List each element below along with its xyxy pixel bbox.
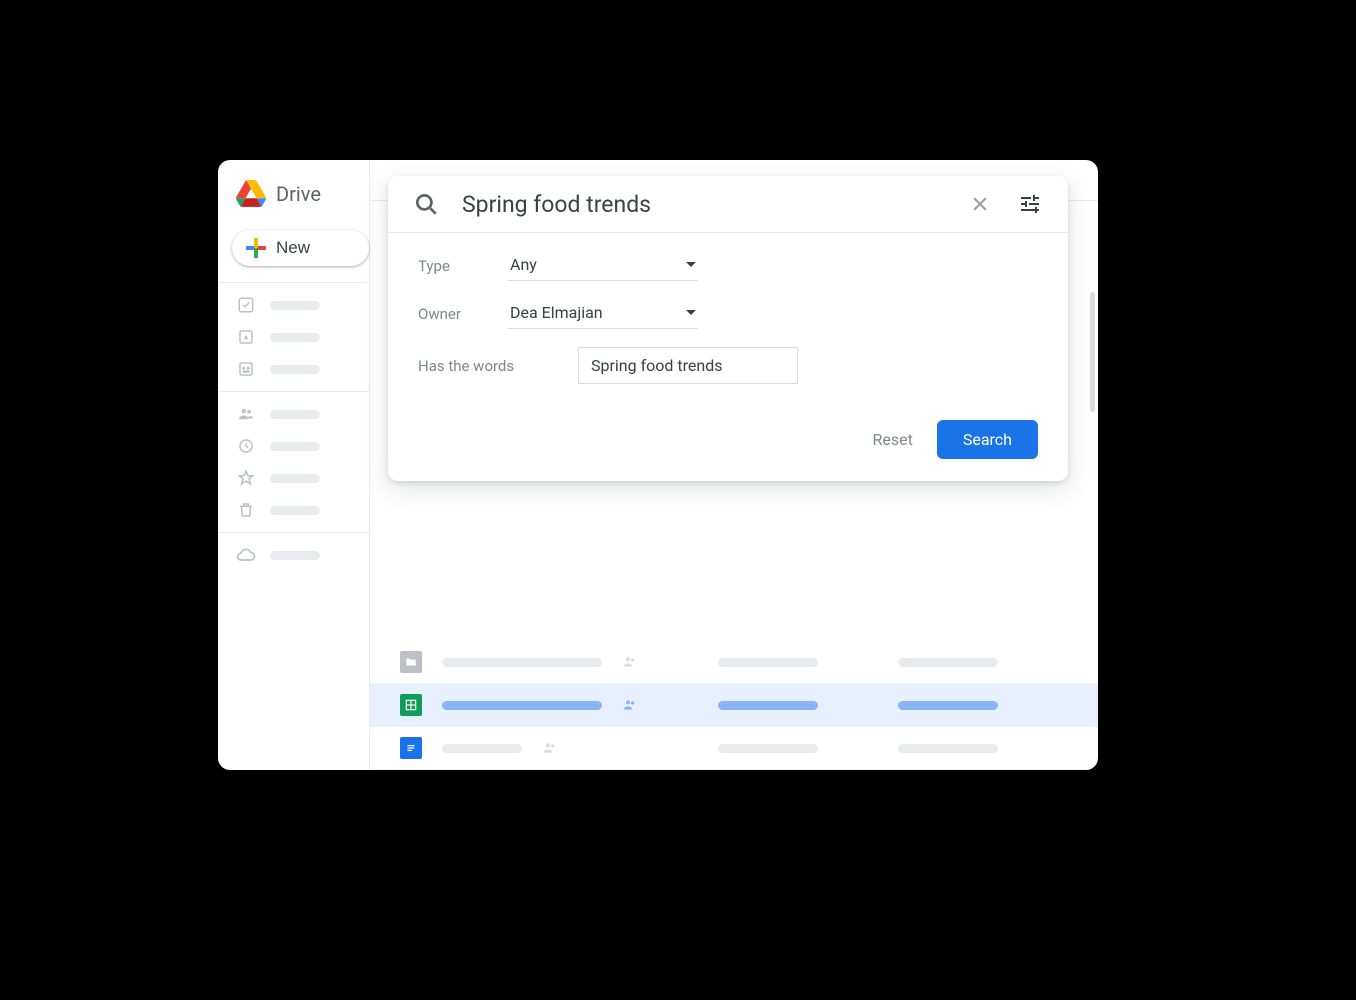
- filter-owner-label: Owner: [418, 305, 508, 323]
- sidebar-item-label: [270, 301, 320, 310]
- shared-icon: [622, 654, 640, 670]
- filter-owner-dropdown[interactable]: Dea Elmajian: [508, 299, 698, 329]
- file-meta-placeholder: [718, 701, 818, 710]
- file-meta-placeholder: [898, 658, 998, 667]
- file-meta-placeholder: [718, 658, 818, 667]
- sidebar-section-1: [218, 282, 369, 391]
- tune-icon[interactable]: [1016, 190, 1044, 218]
- trash-icon: [236, 500, 256, 520]
- filter-words-label: Has the words: [418, 357, 578, 375]
- filter-row-type: Type Any: [418, 251, 1038, 281]
- app-title: Drive: [276, 182, 321, 206]
- search-button[interactable]: Search: [937, 420, 1038, 459]
- shared-drives-icon: [236, 359, 256, 379]
- file-name-placeholder: [442, 701, 602, 710]
- sidebar-item-starred[interactable]: [218, 462, 369, 494]
- sidebar-item-shared-drives[interactable]: [218, 353, 369, 385]
- file-meta-placeholder: [898, 701, 998, 710]
- file-row-folder[interactable]: [370, 641, 1098, 684]
- docs-icon: [400, 737, 422, 759]
- logo-row[interactable]: Drive: [218, 174, 369, 222]
- file-row-doc[interactable]: [370, 727, 1098, 770]
- file-name-placeholder: [442, 744, 522, 753]
- drive-logo-icon: [236, 180, 266, 208]
- clock-icon: [236, 436, 256, 456]
- filter-row-words: Has the words: [418, 347, 1038, 384]
- filter-row-owner: Owner Dea Elmajian: [418, 299, 1038, 329]
- sidebar-item-storage[interactable]: [218, 539, 369, 571]
- file-row-sheet[interactable]: [370, 684, 1098, 727]
- sidebar-item-label: [270, 365, 320, 374]
- shared-icon: [622, 697, 640, 713]
- sidebar-item-trash[interactable]: [218, 494, 369, 526]
- search-icon[interactable]: [412, 190, 440, 218]
- sidebar-item-recent[interactable]: [218, 430, 369, 462]
- chevron-down-icon: [686, 262, 696, 267]
- filter-type-dropdown[interactable]: Any: [508, 251, 698, 281]
- filter-owner-value: Dea Elmajian: [510, 303, 603, 322]
- cloud-icon: [236, 545, 256, 565]
- sidebar-item-label: [270, 474, 320, 483]
- filter-type-value: Any: [510, 255, 537, 274]
- file-name-placeholder: [442, 658, 602, 667]
- search-actions: Reset Search: [388, 412, 1068, 481]
- new-button[interactable]: New: [232, 230, 369, 266]
- plus-icon: [246, 238, 266, 258]
- new-button-label: New: [276, 238, 310, 258]
- sidebar: Drive New: [218, 160, 370, 770]
- checkbox-icon: [236, 295, 256, 315]
- sidebar-item-label: [270, 333, 320, 342]
- app-window: Drive New: [218, 160, 1098, 770]
- folder-icon: [400, 651, 422, 673]
- filter-type-label: Type: [418, 257, 508, 275]
- search-input[interactable]: [462, 191, 944, 218]
- search-bar: [388, 176, 1068, 233]
- star-icon: [236, 468, 256, 488]
- sidebar-item-label: [270, 410, 320, 419]
- sidebar-item-label: [270, 442, 320, 451]
- search-panel: Type Any Owner Dea Elmajian Has the word…: [388, 176, 1068, 481]
- search-filters: Type Any Owner Dea Elmajian Has the word…: [388, 233, 1068, 412]
- sidebar-section-3: [218, 532, 369, 577]
- sidebar-section-2: [218, 391, 369, 532]
- sidebar-item-label: [270, 506, 320, 515]
- sidebar-item-priority[interactable]: [218, 289, 369, 321]
- sidebar-item-label: [270, 551, 320, 560]
- sidebar-item-shared[interactable]: [218, 398, 369, 430]
- shared-icon: [542, 740, 560, 756]
- sidebar-item-mydrive[interactable]: [218, 321, 369, 353]
- chevron-down-icon: [686, 310, 696, 315]
- clear-icon[interactable]: [966, 190, 994, 218]
- filter-words-input[interactable]: [578, 347, 798, 384]
- file-meta-placeholder: [898, 744, 998, 753]
- reset-button[interactable]: Reset: [873, 430, 913, 449]
- drive-icon: [236, 327, 256, 347]
- people-icon: [236, 404, 256, 424]
- file-meta-placeholder: [718, 744, 818, 753]
- sheets-icon: [400, 694, 422, 716]
